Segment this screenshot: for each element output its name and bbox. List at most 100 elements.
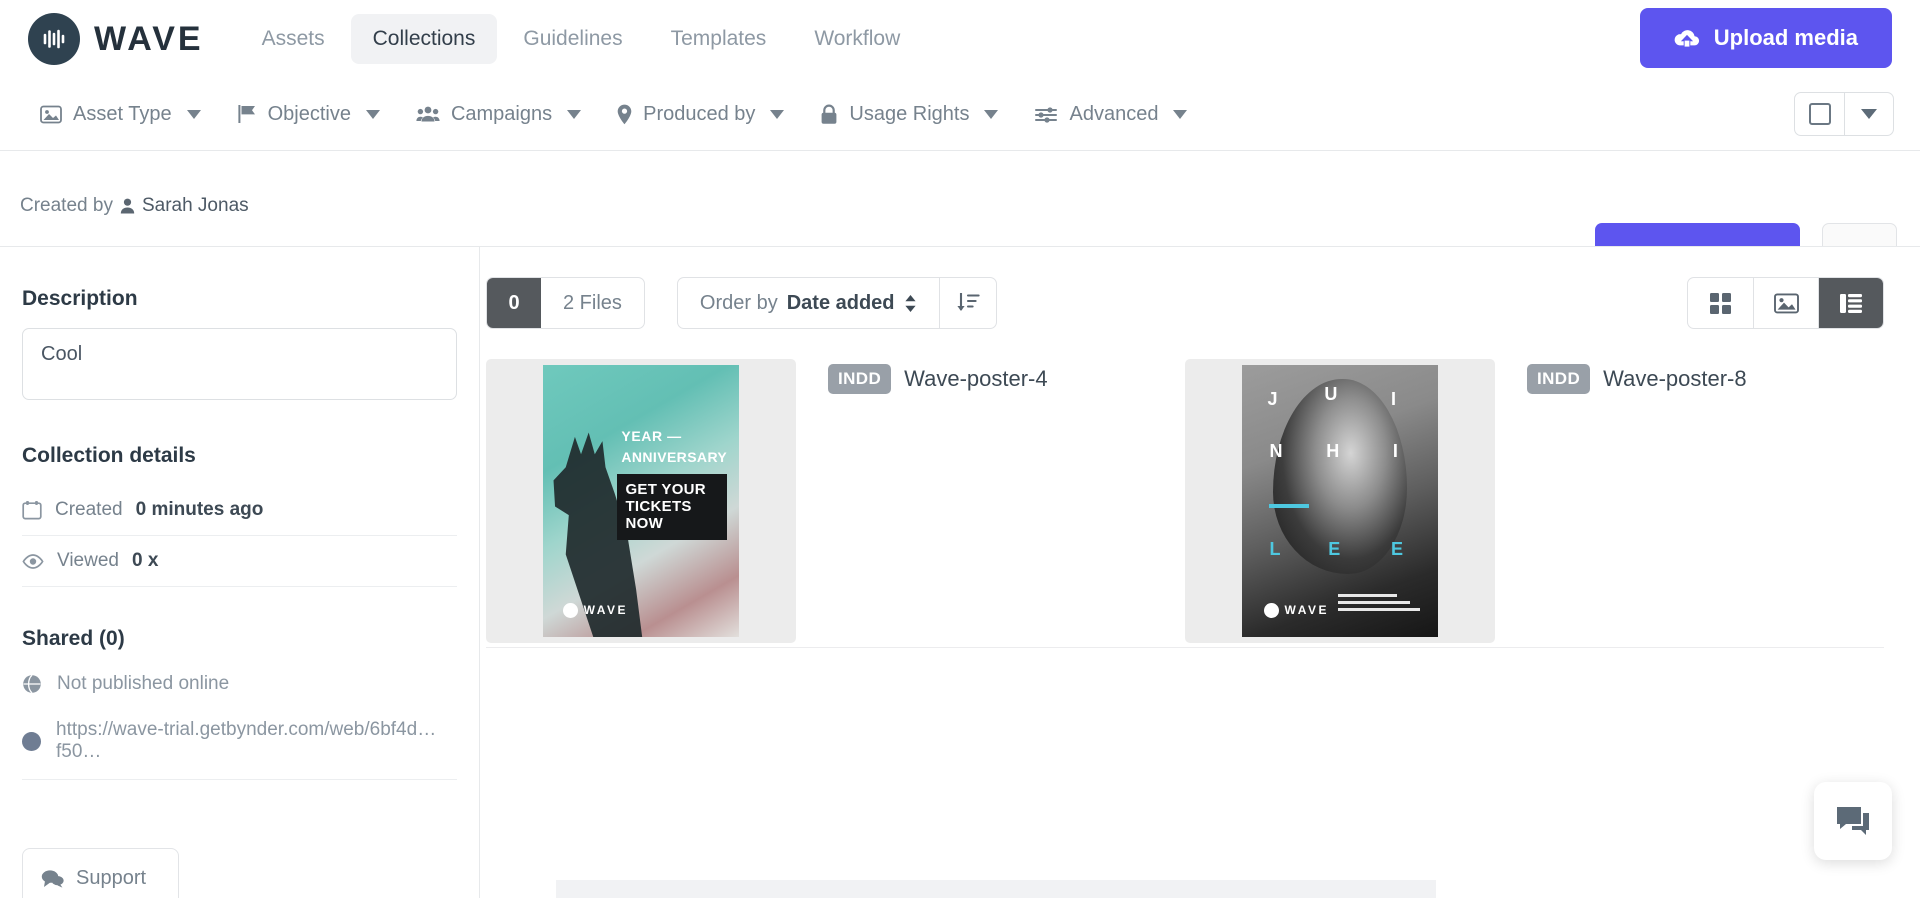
filter-bar: Asset Type Objective Campaigns Produced … bbox=[0, 78, 1920, 151]
filter-produced-by-label: Produced by bbox=[643, 102, 756, 125]
filter-asset-type-label: Asset Type bbox=[73, 102, 172, 125]
chat-widget-button[interactable] bbox=[1814, 782, 1892, 860]
filter-asset-type[interactable]: Asset Type bbox=[22, 103, 219, 126]
asset-list: YEAR — ANNIVERSARY GET YOUR TICKETS NOW … bbox=[486, 359, 1884, 643]
wave-logo-icon bbox=[1263, 602, 1279, 618]
lock-icon bbox=[820, 104, 838, 125]
checkbox-icon bbox=[1808, 103, 1831, 125]
select-all-group bbox=[1794, 92, 1894, 136]
eye-icon bbox=[22, 553, 44, 569]
link-dot-icon bbox=[22, 731, 41, 751]
upload-media-label: Upload media bbox=[1713, 25, 1858, 50]
globe-icon bbox=[22, 674, 42, 694]
sort-descending-icon bbox=[956, 292, 980, 314]
sort-direction-button[interactable] bbox=[938, 278, 996, 328]
created-by-label: Created by bbox=[20, 195, 113, 216]
chevron-down-icon bbox=[567, 109, 582, 119]
filter-advanced-label: Advanced bbox=[1069, 102, 1159, 125]
nav-item-guidelines[interactable]: Guidelines bbox=[501, 14, 644, 64]
asset-toolbar: 0 2 Files Order by Date added bbox=[486, 277, 1884, 329]
detail-row-created: Created 0 minutes ago bbox=[22, 485, 457, 536]
asset-name[interactable]: Wave-poster-8 bbox=[1603, 366, 1746, 392]
poster-letter: E bbox=[1328, 539, 1341, 560]
chat-bubbles-icon bbox=[41, 869, 64, 888]
detail-created-value: 0 minutes ago bbox=[135, 499, 264, 520]
chevron-down-icon bbox=[1173, 109, 1188, 119]
sliders-icon bbox=[1034, 105, 1058, 124]
asset-item[interactable]: J U I N H I L E E WAVE INDD Wave-poster-… bbox=[1185, 359, 1884, 643]
asset-name[interactable]: Wave-poster-4 bbox=[904, 366, 1047, 392]
header-secondary-action-button[interactable] bbox=[1822, 223, 1897, 246]
asset-label: INDD Wave-poster-4 bbox=[796, 359, 1048, 394]
asset-type-badge: INDD bbox=[828, 364, 892, 394]
poster-line1: YEAR — bbox=[621, 427, 682, 444]
asset-type-badge: INDD bbox=[1527, 364, 1591, 394]
wave-logo-icon bbox=[28, 13, 80, 65]
created-by: Created by Sarah Jonas bbox=[20, 195, 249, 217]
view-mode-grid[interactable] bbox=[1688, 278, 1753, 328]
order-by-value: Date added bbox=[786, 291, 895, 314]
grid-icon bbox=[1709, 292, 1732, 315]
asset-thumbnail[interactable]: YEAR — ANNIVERSARY GET YOUR TICKETS NOW … bbox=[486, 359, 796, 643]
chevron-down-icon bbox=[984, 109, 999, 119]
chevron-down-icon bbox=[770, 109, 785, 119]
location-pin-icon bbox=[617, 104, 632, 125]
nav-item-collections[interactable]: Collections bbox=[350, 14, 498, 64]
filter-objective-label: Objective bbox=[267, 102, 351, 125]
asset-row-divider bbox=[486, 647, 1884, 648]
share-row-link[interactable]: https://wave-trial.getbynder.com/web/6bf… bbox=[22, 707, 457, 780]
collection-sidebar: Description Cool Collection details Crea… bbox=[0, 247, 480, 898]
chevron-down-icon bbox=[365, 109, 380, 119]
main-nav-items: Assets Collections Guidelines Templates … bbox=[240, 14, 923, 64]
poster-artwork-wave-poster-8: J U I N H I L E E WAVE bbox=[1242, 365, 1438, 637]
publish-status-label: Not published online bbox=[57, 673, 230, 694]
brand-logo[interactable]: WAVE bbox=[28, 13, 204, 65]
share-row-publish-status: Not published online bbox=[22, 661, 457, 707]
updown-arrows-icon bbox=[904, 294, 917, 313]
asset-thumbnail[interactable]: J U I N H I L E E WAVE bbox=[1185, 359, 1495, 643]
poster-letter: U bbox=[1324, 384, 1338, 405]
select-all-dropdown-button[interactable] bbox=[1844, 93, 1893, 135]
filter-usage-rights[interactable]: Usage Rights bbox=[802, 103, 1016, 126]
header-primary-action-button[interactable] bbox=[1595, 223, 1800, 246]
filter-objective[interactable]: Objective bbox=[219, 103, 398, 126]
poster-letter: I bbox=[1392, 441, 1398, 462]
content-bottom-strip bbox=[556, 880, 1436, 898]
created-by-name: Sarah Jonas bbox=[141, 195, 249, 216]
view-mode-image[interactable] bbox=[1753, 278, 1818, 328]
filter-advanced[interactable]: Advanced bbox=[1016, 103, 1205, 126]
description-input[interactable]: Cool bbox=[22, 328, 457, 400]
filter-produced-by[interactable]: Produced by bbox=[599, 103, 802, 126]
asset-label: INDD Wave-poster-8 bbox=[1495, 359, 1747, 394]
support-button[interactable]: Support bbox=[22, 848, 179, 898]
detail-row-viewed: Viewed 0 x bbox=[22, 536, 457, 587]
image-icon bbox=[40, 105, 62, 124]
nav-item-templates[interactable]: Templates bbox=[649, 14, 789, 64]
select-all-checkbox[interactable] bbox=[1795, 93, 1844, 135]
brand-name: WAVE bbox=[94, 19, 204, 58]
chevron-down-icon bbox=[1861, 109, 1877, 119]
view-mode-group bbox=[1687, 277, 1884, 329]
poster-letter: N bbox=[1269, 441, 1283, 462]
asset-item[interactable]: YEAR — ANNIVERSARY GET YOUR TICKETS NOW … bbox=[486, 359, 1185, 643]
share-link-label: https://wave-trial.getbynder.com/web/6bf… bbox=[56, 719, 437, 762]
detail-created-label: Created bbox=[55, 499, 123, 520]
users-icon bbox=[416, 105, 440, 124]
filter-campaigns-label: Campaigns bbox=[450, 102, 553, 125]
chat-icon bbox=[1835, 805, 1871, 838]
list-icon bbox=[1839, 293, 1863, 314]
selection-count-group[interactable]: 0 2 Files bbox=[486, 277, 645, 329]
order-by-select[interactable]: Order by Date added bbox=[678, 278, 939, 328]
calendar-icon bbox=[22, 500, 42, 520]
filter-campaigns[interactable]: Campaigns bbox=[398, 103, 599, 126]
nav-item-assets[interactable]: Assets bbox=[240, 14, 347, 64]
poster-letter: I bbox=[1390, 389, 1396, 410]
nav-item-workflow[interactable]: Workflow bbox=[792, 14, 922, 64]
view-mode-list[interactable] bbox=[1818, 278, 1883, 328]
filter-usage-rights-label: Usage Rights bbox=[849, 102, 970, 125]
flag-icon bbox=[237, 104, 257, 124]
order-group: Order by Date added bbox=[676, 277, 997, 329]
upload-media-button[interactable]: Upload media bbox=[1639, 8, 1892, 68]
poster-line2: ANNIVERSARY bbox=[621, 449, 728, 466]
detail-viewed-label: Viewed bbox=[57, 550, 119, 571]
